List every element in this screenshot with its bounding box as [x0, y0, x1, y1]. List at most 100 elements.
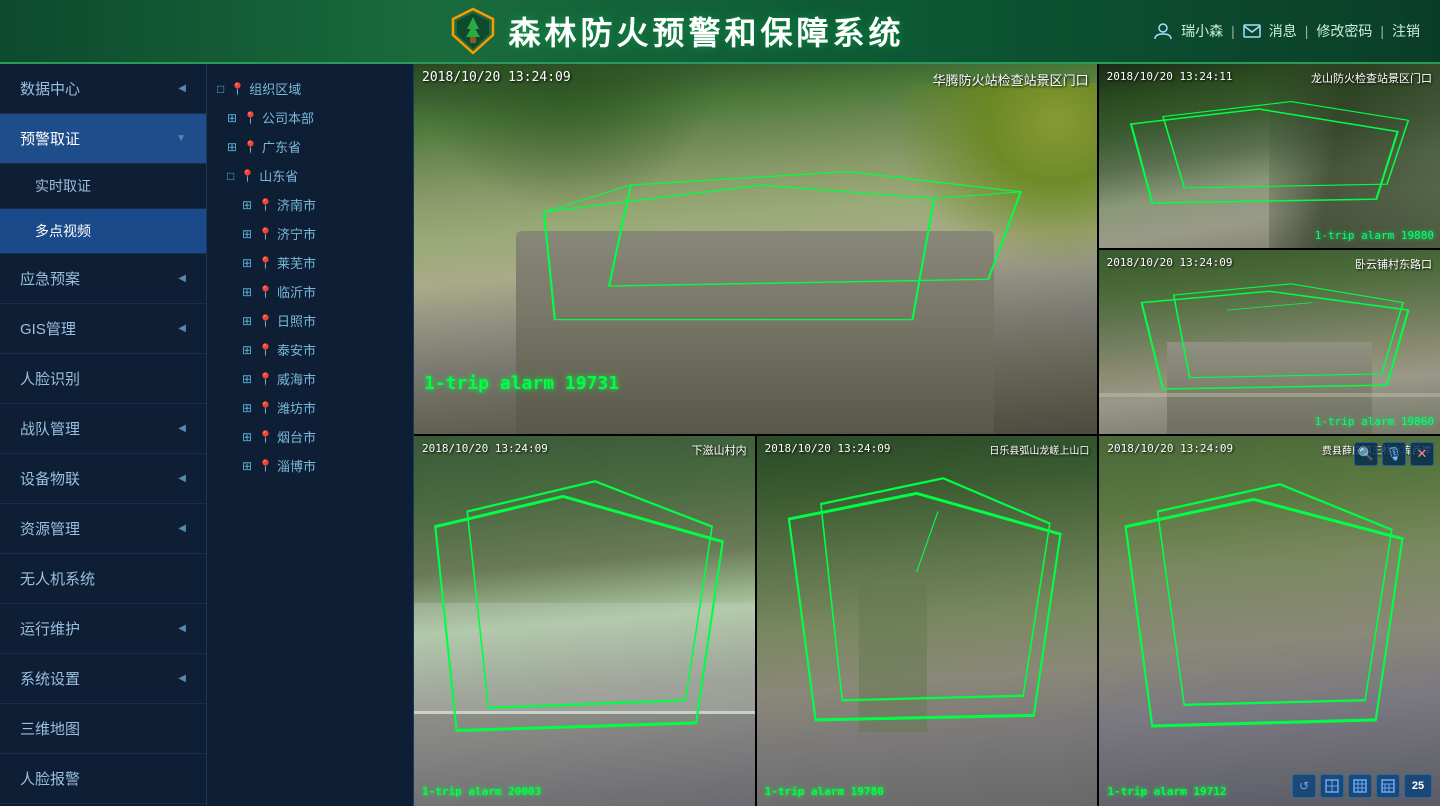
- cam-search-btn[interactable]: 🔍: [1354, 442, 1378, 466]
- sidebar-item-emergency[interactable]: 应急预案 ◀: [0, 254, 206, 304]
- tree-node-zibo[interactable]: ⊞ 📍 淄博市: [207, 451, 413, 480]
- header-user[interactable]: 瑞小森: [1181, 21, 1223, 41]
- cam-br-alarm: 1-trip alarm 19712: [1107, 785, 1226, 798]
- tree-node-jining[interactable]: ⊞ 📍 济宁市: [207, 219, 413, 248]
- loc-icon-shandong: 📍: [240, 169, 255, 183]
- header-logout[interactable]: 注销: [1392, 21, 1420, 41]
- logo-icon: [449, 7, 497, 55]
- sidebar-item-3dmap[interactable]: 三维地图: [0, 704, 206, 754]
- fullscreen-btn[interactable]: 25: [1404, 774, 1432, 798]
- cam-mic-btn[interactable]: 🎙: [1382, 442, 1406, 466]
- cam-bm-title: 日乐县弧山龙嵯上山口: [989, 442, 1089, 457]
- tree-node-rizhao[interactable]: ⊞ 📍 日照市: [207, 306, 413, 335]
- loc-icon-rizhao: 📍: [258, 314, 273, 328]
- tree-node-weifang[interactable]: ⊞ 📍 潍坊市: [207, 393, 413, 422]
- loc-icon-weifang: 📍: [258, 401, 273, 415]
- camera-main[interactable]: 2018/10/20 13:24:09 华腾防火站检查站景区门口 1-trip …: [414, 64, 1097, 434]
- tree-node-jinan[interactable]: ⊞ 📍 济南市: [207, 190, 413, 219]
- cam-bl-title: 下滋山村内: [692, 442, 747, 458]
- content-area: □ 📍 组织区域 ⊞ 📍 公司本部 ⊞ 📍 广东省 □ 📍 山东省 ⊞: [207, 64, 1440, 806]
- refresh-btn[interactable]: ↺: [1292, 774, 1316, 798]
- camera-tr2[interactable]: 2018/10/20 13:24:09 卧云铺村东路口 1-trip alarm…: [1099, 250, 1440, 434]
- cam-br-timestamp: 2018/10/20 13:24:09: [1107, 442, 1233, 455]
- header-center: 森林防火预警和保障系统: [200, 7, 1153, 55]
- sidebar: 数据中心 ◀ 预警取证 ▼ 实时取证 多点视频 应急预案 ◀ GIS管理 ◀ 人…: [0, 64, 207, 806]
- header-messages[interactable]: 消息: [1269, 21, 1297, 41]
- sidebar-item-drone[interactable]: 无人机系统: [0, 554, 206, 604]
- layout1-btn[interactable]: [1320, 774, 1344, 798]
- tree-node-laiwu[interactable]: ⊞ 📍 莱芜市: [207, 248, 413, 277]
- cam-tr2-alarm: 1-trip alarm 19860: [1315, 415, 1434, 428]
- expand-icon-laiwu: ⊞: [242, 256, 252, 270]
- sidebar-item-multiview[interactable]: 多点视频: [0, 209, 206, 254]
- tree-node-linyi[interactable]: ⊞ 📍 临沂市: [207, 277, 413, 306]
- header-right: 瑞小森 | 消息 | 修改密码 | 注销: [1153, 21, 1420, 41]
- expand-icon-shandong: □: [227, 169, 234, 183]
- cam-main-alarm: 1-trip alarm 19731: [424, 373, 619, 394]
- header-title: 森林防火预警和保障系统: [509, 8, 905, 54]
- sidebar-item-team[interactable]: 战队管理 ◀: [0, 404, 206, 454]
- loc-icon-laiwu: 📍: [258, 256, 273, 270]
- bottom-toolbar: ↺ 25: [1292, 774, 1432, 798]
- cam-tr2-timestamp: 2018/10/20 13:24:09: [1107, 256, 1233, 269]
- video-wrapper: 2018/10/20 13:24:09 华腾防火站检查站景区门口 1-trip …: [414, 64, 1440, 806]
- expand-icon-jining: ⊞: [242, 227, 252, 241]
- cam-tr2-title: 卧云铺村东路口: [1355, 256, 1432, 272]
- loc-icon-org: 📍: [230, 82, 245, 96]
- cam-close-btn[interactable]: ✕: [1410, 442, 1434, 466]
- tree-node-yantai[interactable]: ⊞ 📍 烟台市: [207, 422, 413, 451]
- cam-tr1-title: 龙山防火检查站景区门口: [1311, 70, 1432, 86]
- arrow-icon-9: ◀: [178, 523, 186, 534]
- arrow-icon-8: ◀: [178, 473, 186, 484]
- sidebar-item-warning[interactable]: 预警取证 ▼: [0, 114, 206, 164]
- sidebar-item-devices[interactable]: 设备物联 ◀: [0, 454, 206, 504]
- loc-icon-company: 📍: [243, 111, 258, 125]
- cam-bm-alarm: 1-trip alarm 19780: [765, 785, 884, 798]
- cam-main-timestamp: 2018/10/20 13:24:09: [422, 70, 571, 85]
- main-layout: 数据中心 ◀ 预警取证 ▼ 实时取证 多点视频 应急预案 ◀ GIS管理 ◀ 人…: [0, 64, 1440, 806]
- sidebar-item-face[interactable]: 人脸识别: [0, 354, 206, 404]
- cam-bm-timestamp: 2018/10/20 13:24:09: [765, 442, 891, 455]
- camera-bm[interactable]: 2018/10/20 13:24:09 日乐县弧山龙嵯上山口 1-trip al…: [757, 436, 1098, 806]
- tree-node-taian[interactable]: ⊞ 📍 泰安市: [207, 335, 413, 364]
- expand-icon-jinan: ⊞: [242, 198, 252, 212]
- loc-icon-weihai: 📍: [258, 372, 273, 386]
- cam-tr1-alarm: 1-trip alarm 19880: [1315, 229, 1434, 242]
- tree-node-guangdong[interactable]: ⊞ 📍 广东省: [207, 132, 413, 161]
- camera-bl[interactable]: 2018/10/20 13:24:09 下滋山村内 1-trip alarm 2…: [414, 436, 755, 806]
- arrow-icon-1: ▼: [176, 133, 186, 144]
- expand-icon-weihai: ⊞: [242, 372, 252, 386]
- sidebar-item-settings[interactable]: 系统设置 ◀: [0, 654, 206, 704]
- loc-icon-yantai: 📍: [258, 430, 273, 444]
- sidebar-item-face-alarm[interactable]: 人脸报警: [0, 754, 206, 804]
- camera-br[interactable]: 2018/10/20 13:24:09 费县薛庄镇王林水库西岸 1-trip a…: [1099, 436, 1440, 806]
- divider-3: |: [1380, 23, 1384, 39]
- cam-br-controls: 🔍 🎙 ✕: [1354, 442, 1434, 466]
- tree-panel: □ 📍 组织区域 ⊞ 📍 公司本部 ⊞ 📍 广东省 □ 📍 山东省 ⊞: [207, 64, 414, 806]
- header: 森林防火预警和保障系统 瑞小森 | 消息 | 修改密码 | 注销: [0, 0, 1440, 64]
- sidebar-item-maintenance[interactable]: 运行维护 ◀: [0, 604, 206, 654]
- tree-node-weihai[interactable]: ⊞ 📍 威海市: [207, 364, 413, 393]
- divider-2: |: [1305, 23, 1309, 39]
- header-change-pwd[interactable]: 修改密码: [1316, 21, 1372, 41]
- expand-icon-weifang: ⊞: [242, 401, 252, 415]
- sidebar-item-data-center[interactable]: 数据中心 ◀: [0, 64, 206, 114]
- layout3-btn[interactable]: [1376, 774, 1400, 798]
- divider-1: |: [1231, 23, 1235, 39]
- arrow-icon-7: ◀: [178, 423, 186, 434]
- sidebar-item-gis[interactable]: GIS管理 ◀: [0, 304, 206, 354]
- expand-icon-org: □: [217, 82, 224, 96]
- tree-node-company[interactable]: ⊞ 📍 公司本部: [207, 103, 413, 132]
- arrow-icon-11: ◀: [178, 623, 186, 634]
- layout2-btn[interactable]: [1348, 774, 1372, 798]
- arrow-icon-4: ◀: [178, 273, 186, 284]
- tree-node-shandong[interactable]: □ 📍 山东省: [207, 161, 413, 190]
- tree-node-org[interactable]: □ 📍 组织区域: [207, 74, 413, 103]
- arrow-icon-5: ◀: [178, 323, 186, 334]
- expand-icon-yantai: ⊞: [242, 430, 252, 444]
- cam-bl-timestamp: 2018/10/20 13:24:09: [422, 442, 548, 455]
- cam-bl-alarm: 1-trip alarm 20003: [422, 785, 541, 798]
- sidebar-item-realtime[interactable]: 实时取证: [0, 164, 206, 209]
- camera-tr1[interactable]: 2018/10/20 13:24:11 龙山防火检查站景区门口 1-trip a…: [1099, 64, 1440, 248]
- sidebar-item-resources[interactable]: 资源管理 ◀: [0, 504, 206, 554]
